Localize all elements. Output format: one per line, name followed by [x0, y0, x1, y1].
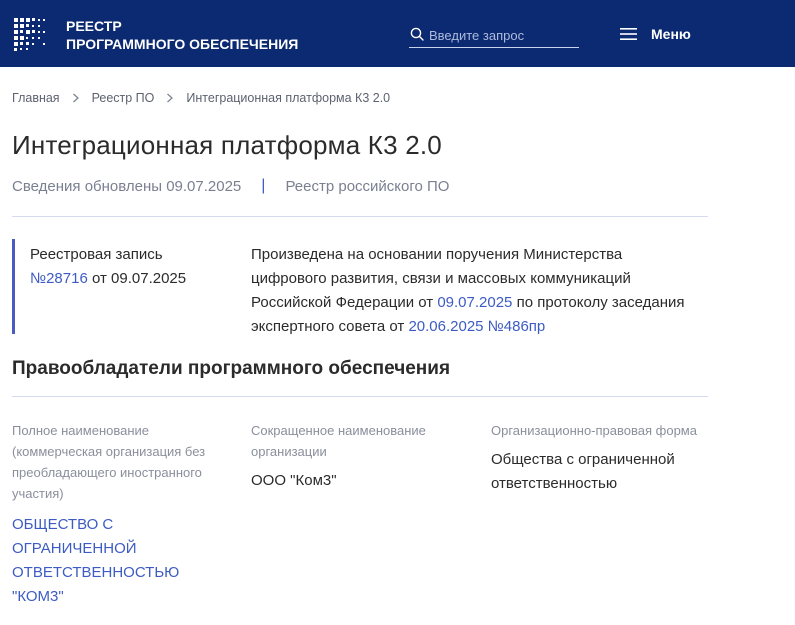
breadcrumb: Главная Реестр ПО Интеграционная платфор… — [12, 90, 390, 106]
owners-section-title: Правообладатели программного обеспечения — [12, 358, 451, 379]
menu-label: Меню — [651, 26, 691, 42]
record-number-link[interactable]: №28716 — [30, 270, 88, 287]
site-header: РЕЕСТР ПРОГРАММНОГО ОБЕСПЕЧЕНИЯ Меню — [0, 0, 795, 67]
record-description: Произведена на основании поручения Минис… — [251, 243, 691, 339]
registry-logo-text[interactable]: РЕЕСТР ПРОГРАММНОГО ОБЕСПЕЧЕНИЯ — [66, 17, 298, 53]
short-name-label: Сокращенное наименование организации — [251, 423, 426, 459]
record-entry: Реестровая запись №28716 от 09.07.2025 — [30, 243, 230, 291]
meta-line: Сведения обновлены 09.07.2025 | Реестр р… — [12, 177, 449, 195]
registry-logo-icon[interactable] — [12, 16, 48, 52]
registry-link[interactable]: Реестр российского ПО — [285, 178, 449, 195]
chevron-right-icon — [167, 93, 174, 103]
page-title: Интеграционная платформа К3 2.0 — [12, 130, 442, 160]
search-input[interactable] — [429, 25, 579, 45]
breadcrumb-registry[interactable]: Реестр ПО — [92, 91, 155, 105]
breadcrumb-home[interactable]: Главная — [12, 91, 60, 105]
owner-legal-form: Организационно-правовая форма Общества с… — [491, 420, 706, 496]
record-label: Реестровая запись — [30, 246, 163, 263]
search-icon[interactable] — [410, 27, 424, 41]
owner-short-name: Сокращенное наименование организации ООО… — [251, 420, 461, 493]
short-name-value: ООО "Ком3" — [251, 472, 337, 489]
hamburger-menu-icon — [620, 28, 637, 40]
chevron-right-icon — [72, 93, 79, 103]
search-box — [409, 24, 579, 48]
updated-date: Сведения обновлены 09.07.2025 — [12, 177, 242, 195]
record-date: от 09.07.2025 — [87, 270, 187, 287]
breadcrumb-current: Интеграционная платформа К3 2.0 — [186, 91, 391, 105]
owner-full-name: Полное наименование (коммерческая органи… — [12, 420, 232, 609]
menu-button[interactable]: Меню — [620, 22, 691, 46]
legal-form-label: Организационно-правовая форма — [491, 423, 697, 438]
divider-top — [12, 216, 708, 217]
divider-owners — [12, 396, 708, 397]
record-decision-date-link[interactable]: 09.07.2025 — [437, 294, 512, 311]
record-accent-bar — [12, 239, 15, 334]
record-protocol-link[interactable]: 20.06.2025 №486пр — [408, 318, 545, 335]
full-name-link[interactable]: ОБЩЕСТВО С ОГРАНИЧЕННОЙ ОТВЕТСТВЕННОСТЬЮ… — [12, 513, 232, 609]
logo-line-1: РЕЕСТР — [66, 18, 122, 34]
meta-divider: | — [261, 177, 266, 194]
legal-form-value: Общества с ограниченной ответственностью — [491, 451, 675, 492]
logo-line-2: ПРОГРАММНОГО ОБЕСПЕЧЕНИЯ — [66, 36, 299, 52]
full-name-label: Полное наименование (коммерческая органи… — [12, 423, 206, 501]
